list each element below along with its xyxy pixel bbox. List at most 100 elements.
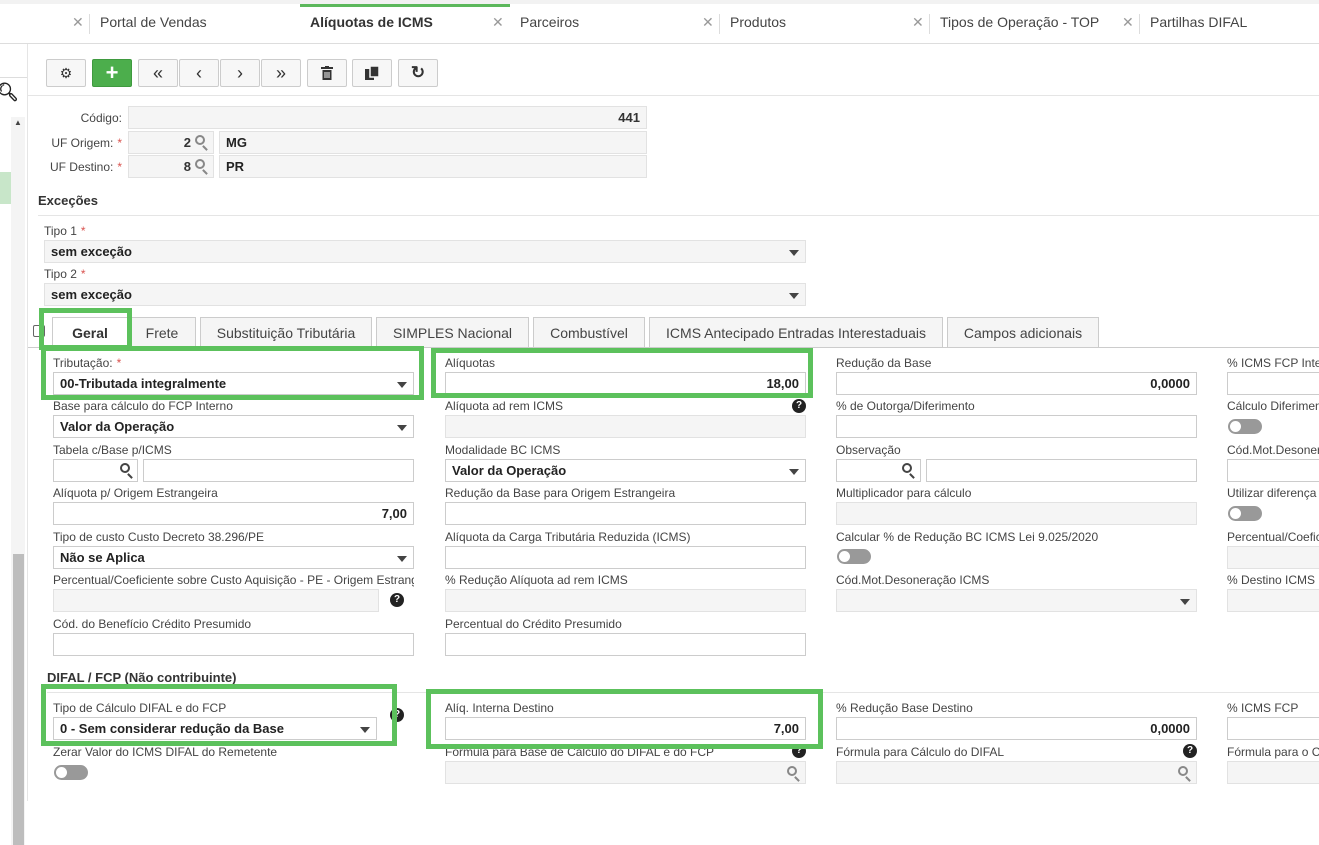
next-record-button[interactable]: › bbox=[220, 59, 260, 87]
duplicate-button[interactable] bbox=[352, 59, 392, 87]
icms-fcp-label: % ICMS FCP bbox=[1227, 701, 1299, 715]
sidebar: 🔍︎ ▲ bbox=[0, 44, 28, 845]
cod-mot-desoner-field[interactable] bbox=[1227, 459, 1319, 482]
tipo1-label: Tipo 1 * bbox=[44, 224, 86, 238]
calc-diferim-label: Cálculo Diferimen bbox=[1227, 399, 1319, 413]
multiplicador-field bbox=[836, 502, 1197, 525]
close-icon[interactable]: ✕ bbox=[702, 4, 714, 40]
observacao-name-field[interactable] bbox=[926, 459, 1197, 482]
help-icon[interactable]: ? bbox=[390, 708, 404, 722]
tipo-calc-difal-label: Tipo de Cálculo DIFAL e do FCP bbox=[53, 701, 227, 715]
red-base-origem-field[interactable] bbox=[445, 502, 806, 525]
close-icon[interactable]: ✕ bbox=[492, 4, 504, 40]
tab-label: Tipos de Operação - TOP bbox=[940, 14, 1100, 30]
red-base-origem-label: Redução da Base para Origem Estrangeira bbox=[445, 486, 676, 500]
help-icon[interactable]: ? bbox=[792, 399, 806, 413]
close-icon[interactable]: ✕ bbox=[1122, 4, 1134, 40]
last-record-button[interactable]: » bbox=[261, 59, 301, 87]
reducao-base-field[interactable]: 0,0000 bbox=[836, 372, 1197, 395]
previous-record-button[interactable]: ‹ bbox=[179, 59, 219, 87]
aliq-interna-destino-field[interactable]: 7,00 bbox=[445, 717, 806, 740]
search-icon[interactable] bbox=[787, 766, 797, 776]
tab-aliquotas-icms[interactable]: Alíquotas de ICMS ✕ bbox=[300, 4, 510, 44]
red-base-destino-label: % Redução Base Destino bbox=[836, 701, 973, 715]
base-fcp-select[interactable]: Valor da Operação bbox=[53, 415, 414, 438]
aliq-carga-label: Alíquota da Carga Tributária Reduzida (I… bbox=[445, 530, 691, 544]
destino-icms-label: % Destino ICMS I bbox=[1227, 573, 1319, 587]
tipo1-select[interactable]: sem exceção bbox=[44, 240, 806, 263]
calc-diferim-toggle[interactable] bbox=[1228, 419, 1262, 434]
search-icon[interactable] bbox=[1178, 766, 1188, 776]
tab-campos-adicionais[interactable]: Campos adicionais bbox=[947, 317, 1099, 347]
icms-fcp-inte-field[interactable] bbox=[1227, 372, 1319, 395]
calc-red-bc-label: Calcular % de Redução BC ICMS Lei 9.025/… bbox=[836, 530, 1099, 544]
close-icon[interactable]: ✕ bbox=[72, 4, 84, 40]
formula-base-difal-field[interactable] bbox=[445, 761, 806, 784]
delete-button[interactable] bbox=[307, 59, 347, 87]
aliq-carga-field[interactable] bbox=[445, 546, 806, 569]
add-button[interactable]: + bbox=[92, 59, 132, 87]
tributacao-select[interactable]: 00-Tributada integralmente bbox=[53, 372, 414, 395]
formula-base-difal-label: Fórmula para Base de Cálculo do DIFAL e … bbox=[445, 745, 715, 759]
utilizar-diferenca-label: Utilizar diferença bbox=[1227, 486, 1317, 500]
tipo2-select[interactable]: sem exceção bbox=[44, 283, 806, 306]
modalidade-select[interactable]: Valor da Operação bbox=[445, 459, 806, 482]
difal-title: DIFAL / FCP (Não contribuinte) bbox=[47, 670, 237, 685]
aliq-origem-estr-field[interactable]: 7,00 bbox=[53, 502, 414, 525]
tab-geral[interactable]: Geral bbox=[52, 317, 128, 348]
tipo-custo-select[interactable]: Não se Aplica bbox=[53, 546, 414, 569]
scroll-up-icon[interactable]: ▲ bbox=[14, 118, 22, 127]
tabela-base-name-field[interactable] bbox=[143, 459, 414, 482]
close-icon[interactable]: ✕ bbox=[912, 4, 924, 40]
tab-portal-de-vendas[interactable]: ✕ Portal de Vendas bbox=[70, 4, 290, 44]
help-icon[interactable]: ? bbox=[1183, 744, 1197, 758]
zerar-difal-toggle[interactable] bbox=[54, 765, 88, 780]
tipo-calc-difal-select[interactable]: 0 - Sem considerar redução da Base bbox=[53, 717, 377, 740]
tab-divider bbox=[89, 14, 90, 34]
red-base-destino-field[interactable]: 0,0000 bbox=[836, 717, 1197, 740]
utilizar-diferenca-toggle[interactable] bbox=[1228, 506, 1262, 521]
multiplicador-label: Multiplicador para cálculo bbox=[836, 486, 972, 500]
cod-mot-desoneracao-select[interactable] bbox=[836, 589, 1197, 612]
codigo-field: 441 bbox=[128, 106, 647, 129]
tab-substituicao-tributaria[interactable]: Substituição Tributária bbox=[200, 317, 372, 347]
tab-icms-antecipado[interactable]: ICMS Antecipado Entradas Interestaduais bbox=[649, 317, 943, 347]
tab-label: Partilhas DIFAL bbox=[1150, 14, 1248, 30]
outorga-label: % de Outorga/Diferimento bbox=[836, 399, 975, 413]
tab-partilhas-difal[interactable]: Partilhas DIFAL bbox=[1140, 4, 1319, 44]
tab-tipos-de-operacao[interactable]: Tipos de Operação - TOP ✕ bbox=[930, 4, 1140, 44]
calc-red-bc-toggle[interactable] bbox=[837, 549, 871, 564]
help-icon[interactable]: ? bbox=[390, 593, 404, 607]
formula-calc-difal-label: Fórmula para Cálculo do DIFAL bbox=[836, 745, 1005, 759]
tab-produtos[interactable]: Produtos ✕ bbox=[720, 4, 930, 44]
copy-icon bbox=[365, 66, 379, 80]
scrollbar-thumb[interactable] bbox=[13, 554, 24, 845]
tabela-base-label: Tabela c/Base p/ICMS bbox=[53, 443, 172, 457]
search-icon[interactable] bbox=[195, 135, 205, 145]
search-icon[interactable] bbox=[120, 463, 130, 473]
icms-fcp-field[interactable] bbox=[1227, 717, 1319, 740]
tab-divider bbox=[929, 14, 930, 34]
first-record-button[interactable]: « bbox=[138, 59, 178, 87]
refresh-icon: ↻ bbox=[410, 63, 426, 82]
tab-frete[interactable]: Frete bbox=[128, 317, 196, 347]
search-icon[interactable] bbox=[902, 463, 912, 473]
observacao-label: Observação bbox=[836, 443, 901, 457]
aliquotas-field[interactable]: 18,00 bbox=[445, 372, 806, 395]
refresh-button[interactable]: ↻ bbox=[398, 59, 438, 87]
cod-beneficio-field[interactable] bbox=[53, 633, 414, 656]
formula-calc-difal-field[interactable] bbox=[836, 761, 1197, 784]
perc-credito-field[interactable] bbox=[445, 633, 806, 656]
outorga-field[interactable] bbox=[836, 415, 1197, 438]
tab-parceiros[interactable]: Parceiros ✕ bbox=[510, 4, 720, 44]
collapse-icon[interactable] bbox=[33, 325, 45, 337]
settings-button[interactable]: ⚙ bbox=[46, 59, 86, 87]
search-icon[interactable] bbox=[195, 159, 205, 169]
cod-beneficio-label: Cód. do Benefício Crédito Presumido bbox=[53, 617, 252, 631]
tab-simples-nacional[interactable]: SIMPLES Nacional bbox=[376, 317, 529, 347]
formula-para-field[interactable] bbox=[1227, 761, 1319, 784]
tab-combustivel[interactable]: Combustível bbox=[533, 317, 645, 347]
sidebar-selection[interactable] bbox=[0, 172, 11, 204]
search-icon[interactable]: 🔍︎ bbox=[0, 82, 19, 103]
help-icon[interactable]: ? bbox=[792, 744, 806, 758]
